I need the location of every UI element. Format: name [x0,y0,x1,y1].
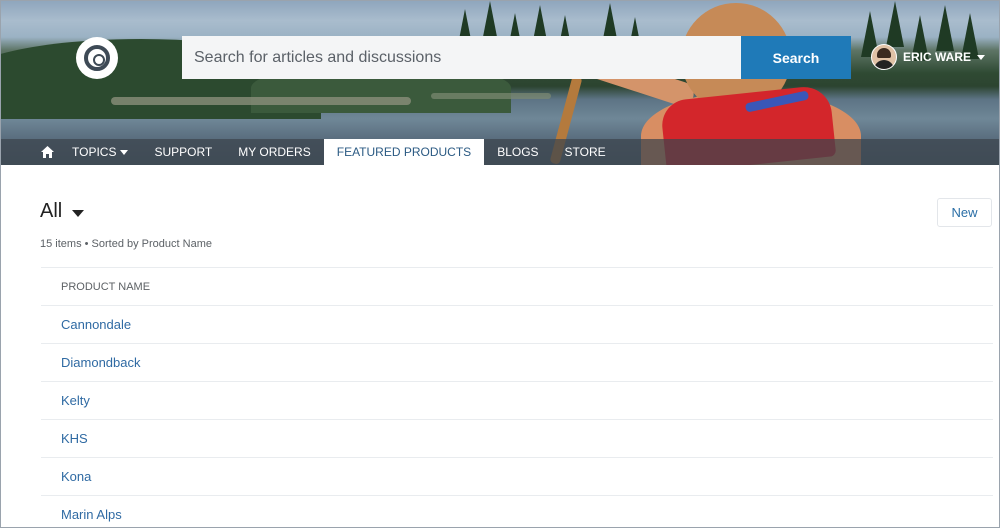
nav-item-my-orders[interactable]: MY ORDERS [225,139,323,165]
nav-item-support[interactable]: SUPPORT [141,139,225,165]
table-row: Kelty [41,381,993,419]
nav-item-featured-products[interactable]: FEATURED PRODUCTS [323,139,485,165]
user-menu[interactable]: ERIC WARE [871,44,986,70]
product-link[interactable]: Marin Alps [61,507,122,522]
product-table: PRODUCT NAME Cannondale Diamondback Kelt… [41,267,993,527]
nav-item-topics[interactable]: TOPICS [59,139,141,165]
community-logo-icon[interactable] [76,37,118,79]
table-row: Cannondale [41,305,993,343]
nav-item-store[interactable]: STORE [552,139,619,165]
nav-item-label: SUPPORT [154,145,213,159]
avatar [871,44,897,70]
chevron-down-icon [977,54,986,60]
product-link[interactable]: KHS [61,431,88,446]
product-link[interactable]: Kelty [61,393,90,408]
search-input[interactable] [182,36,741,79]
logo-ring [84,45,110,71]
shoreline [431,93,551,99]
header-banner: Search ERIC WARE TOPICS SUPPORT MY ORDER… [1,1,999,165]
app-frame: Search ERIC WARE TOPICS SUPPORT MY ORDER… [0,0,1000,528]
list-view-title: All [40,200,63,222]
table-row: Diamondback [41,343,993,381]
table-row: KHS [41,419,993,457]
table-row: Marin Alps [41,495,993,527]
nav-item-label: MY ORDERS [238,145,311,159]
product-link[interactable]: Diamondback [61,355,141,370]
list-view-selector[interactable]: All [40,200,85,223]
new-button[interactable]: New [937,198,992,227]
user-name: ERIC WARE [903,50,972,64]
main-nav: TOPICS SUPPORT MY ORDERS FEATURED PRODUC… [1,139,999,165]
tree-decoration [886,1,904,47]
search-button[interactable]: Search [741,36,851,79]
nav-item-label: TOPICS [72,145,117,159]
nav-item-label: BLOGS [497,145,539,159]
product-link[interactable]: Cannondale [61,317,131,332]
product-link[interactable]: Kona [61,469,91,484]
nav-item-label: FEATURED PRODUCTS [336,145,472,159]
home-glyph [40,146,54,158]
nav-item-label: STORE [564,145,606,159]
shoreline [111,97,411,105]
chevron-down-icon [72,209,85,217]
chevron-down-icon [120,149,129,155]
nav-item-blogs[interactable]: BLOGS [484,139,551,165]
list-meta: 15 items • Sorted by Product Name [40,238,212,250]
column-header-product-name[interactable]: PRODUCT NAME [41,267,993,305]
home-icon[interactable] [35,139,59,165]
column-header-label: PRODUCT NAME [61,280,151,293]
table-row: Kona [41,457,993,495]
